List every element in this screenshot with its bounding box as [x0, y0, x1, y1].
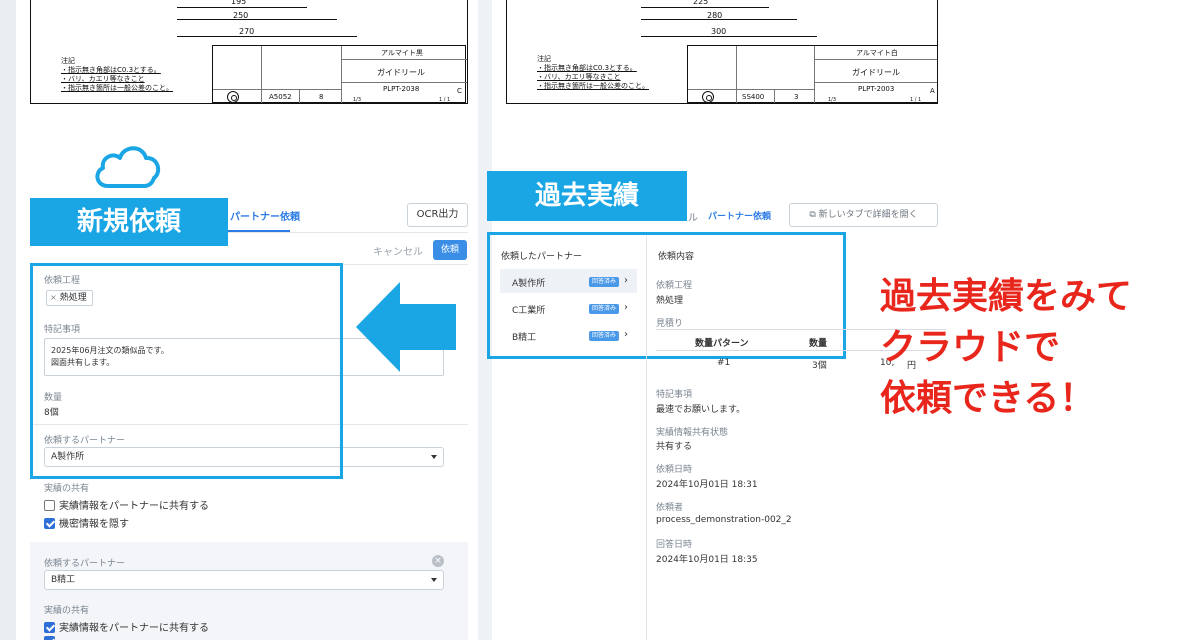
close-icon[interactable]: ×	[432, 555, 444, 567]
row-qty: 3個	[812, 361, 827, 371]
title-block: アルマイト黒 ガイドリール PLPT-2038 C A5052 8 1/3 1 …	[212, 45, 467, 103]
answered-badge: 回答済み	[589, 304, 620, 314]
notes-label: 特記事項	[656, 390, 693, 400]
projection-symbol-icon	[702, 91, 714, 103]
answered-badge: 回答済み	[589, 331, 620, 341]
share-label: 実績の共有	[44, 484, 90, 494]
rev: A	[930, 87, 935, 95]
partner-item-b[interactable]: B精工	[512, 330, 536, 343]
qty: 8	[319, 93, 324, 101]
tab-partial[interactable]: ル	[688, 209, 698, 224]
share-results-checkbox[interactable]: 実績情報をパートナーに共有する	[44, 619, 209, 634]
hide-confidential-checkbox[interactable]: 機密情報を隠す	[44, 515, 129, 530]
requester-label: 依頼者	[656, 503, 684, 513]
answer-date-value: 2024年10月01日 18:35	[656, 555, 758, 565]
process-label: 依頼工程	[656, 281, 693, 291]
column-divider	[646, 236, 647, 640]
external-link-icon: ⧉	[809, 210, 819, 220]
checkbox-unchecked[interactable]	[44, 500, 55, 511]
request-date-label: 依頼日時	[656, 465, 693, 475]
second-partner-panel: 依頼するパートナー × B精工 実績の共有 実績情報をパートナーに共有する	[30, 542, 468, 640]
answer-date-label: 回答日時	[656, 540, 693, 550]
new-request-highlight	[30, 263, 343, 479]
dim-270: 270	[239, 27, 255, 36]
material: A5052	[269, 93, 292, 101]
drawing-no: PLPT-2003	[858, 85, 895, 93]
headline-line-2: クラウドで	[880, 327, 1061, 368]
projection-symbol-icon	[227, 91, 239, 103]
qty: 3	[794, 93, 799, 101]
tab-divider	[228, 232, 468, 233]
chevron-down-icon	[431, 455, 437, 459]
estimate-label: 見積り	[656, 319, 684, 329]
answered-badge: 回答済み	[589, 277, 620, 287]
cancel-button[interactable]: キャンセル	[373, 243, 423, 258]
share-state-label: 実績情報共有状態	[656, 428, 729, 438]
share-state-value: 共有する	[656, 442, 693, 452]
request-button[interactable]: 依頼	[433, 240, 467, 260]
ocr-output-button[interactable]: OCR出力	[407, 203, 468, 227]
drawing-notes: 注記 ・指示無き角部はC0.3とする。 ・バリ、カエリ等なきこと ・指示無き箇所…	[537, 55, 649, 90]
chevron-right-icon[interactable]: ›	[624, 275, 628, 286]
left-drawing: 195 250 270 注記 ・指示無き角部はC0.3とする。 ・バリ、カエリ等…	[30, 0, 468, 104]
scale: 1/3	[828, 97, 837, 103]
dim-225: 225	[693, 0, 709, 6]
right-drawing: 225 280 300 注記 ・指示無き角部はC0.3とする。 ・バリ、カエリ等…	[506, 0, 938, 104]
chevron-right-icon[interactable]: ›	[624, 329, 628, 340]
qty-header: 数量	[809, 339, 828, 349]
part-name: ガイドリール	[377, 68, 425, 77]
title-block: アルマイト白 ガイドリール PLPT-2003 A SS400 3 1/3 1 …	[687, 45, 937, 103]
arrow-left-icon	[356, 282, 456, 372]
new-request-label: 新規依頼	[30, 198, 228, 246]
request-date-value: 2024年10月01日 18:31	[656, 480, 758, 490]
past-results-label: 過去実績	[487, 171, 687, 221]
dim-300: 300	[711, 27, 727, 36]
material: SS400	[742, 93, 765, 101]
qty-pattern-header: 数量パターン	[695, 339, 749, 349]
requester-value: process_demonstration-002_2	[656, 515, 792, 525]
tab-partner-request[interactable]: パートナー依頼	[708, 209, 771, 222]
partner-label: 依頼するパートナー	[44, 559, 126, 569]
cloud-icon	[95, 146, 161, 188]
detail-header: 依頼内容	[658, 252, 695, 262]
tab-partner-request[interactable]: パートナー依頼	[230, 208, 300, 223]
open-new-tab-button[interactable]: ⧉ 新しいタブで詳細を開く	[789, 203, 938, 227]
checkbox-checked[interactable]	[44, 636, 55, 640]
process-value: 熱処理	[656, 296, 684, 306]
scale: 1/3	[353, 97, 362, 103]
partner-select[interactable]: B精工	[44, 570, 444, 590]
rev: C	[457, 87, 462, 95]
drawing-no: PLPT-2038	[383, 85, 420, 93]
notes-value: 最速でお願いします。	[656, 405, 746, 415]
left-gutter	[0, 0, 16, 640]
checkbox-checked[interactable]	[44, 518, 55, 529]
sheet: 1 / 1	[439, 97, 451, 103]
chevron-right-icon[interactable]: ›	[624, 302, 628, 313]
headline-line-1: 過去実績をみて	[880, 276, 1133, 317]
chevron-down-icon	[431, 578, 437, 582]
checkbox-checked[interactable]	[44, 622, 55, 633]
headline-line-3: 依頼できる！	[880, 378, 1096, 419]
partner-item-a[interactable]: A製作所	[512, 276, 545, 289]
partner-item-c[interactable]: C工業所	[512, 303, 545, 316]
part-name: ガイドリール	[852, 68, 900, 77]
row-pattern: #1	[717, 358, 731, 368]
drawing-notes: 注記 ・指示無き角部はC0.3とする。 ・バリ、カエリ等なきこと ・指示無き箇所…	[61, 57, 173, 92]
finish: アルマイト黒	[381, 49, 423, 57]
hide-confidential-checkbox[interactable]	[44, 636, 59, 640]
dim-195: 195	[231, 0, 247, 6]
dim-250: 250	[233, 11, 249, 20]
dim-280: 280	[707, 11, 723, 20]
finish: アルマイト白	[856, 49, 898, 57]
partners-header: 依頼したパートナー	[501, 252, 583, 262]
share-label: 実績の共有	[44, 606, 90, 616]
share-results-checkbox[interactable]: 実績情報をパートナーに共有する	[44, 497, 209, 512]
sheet: 1 / 1	[910, 97, 922, 103]
